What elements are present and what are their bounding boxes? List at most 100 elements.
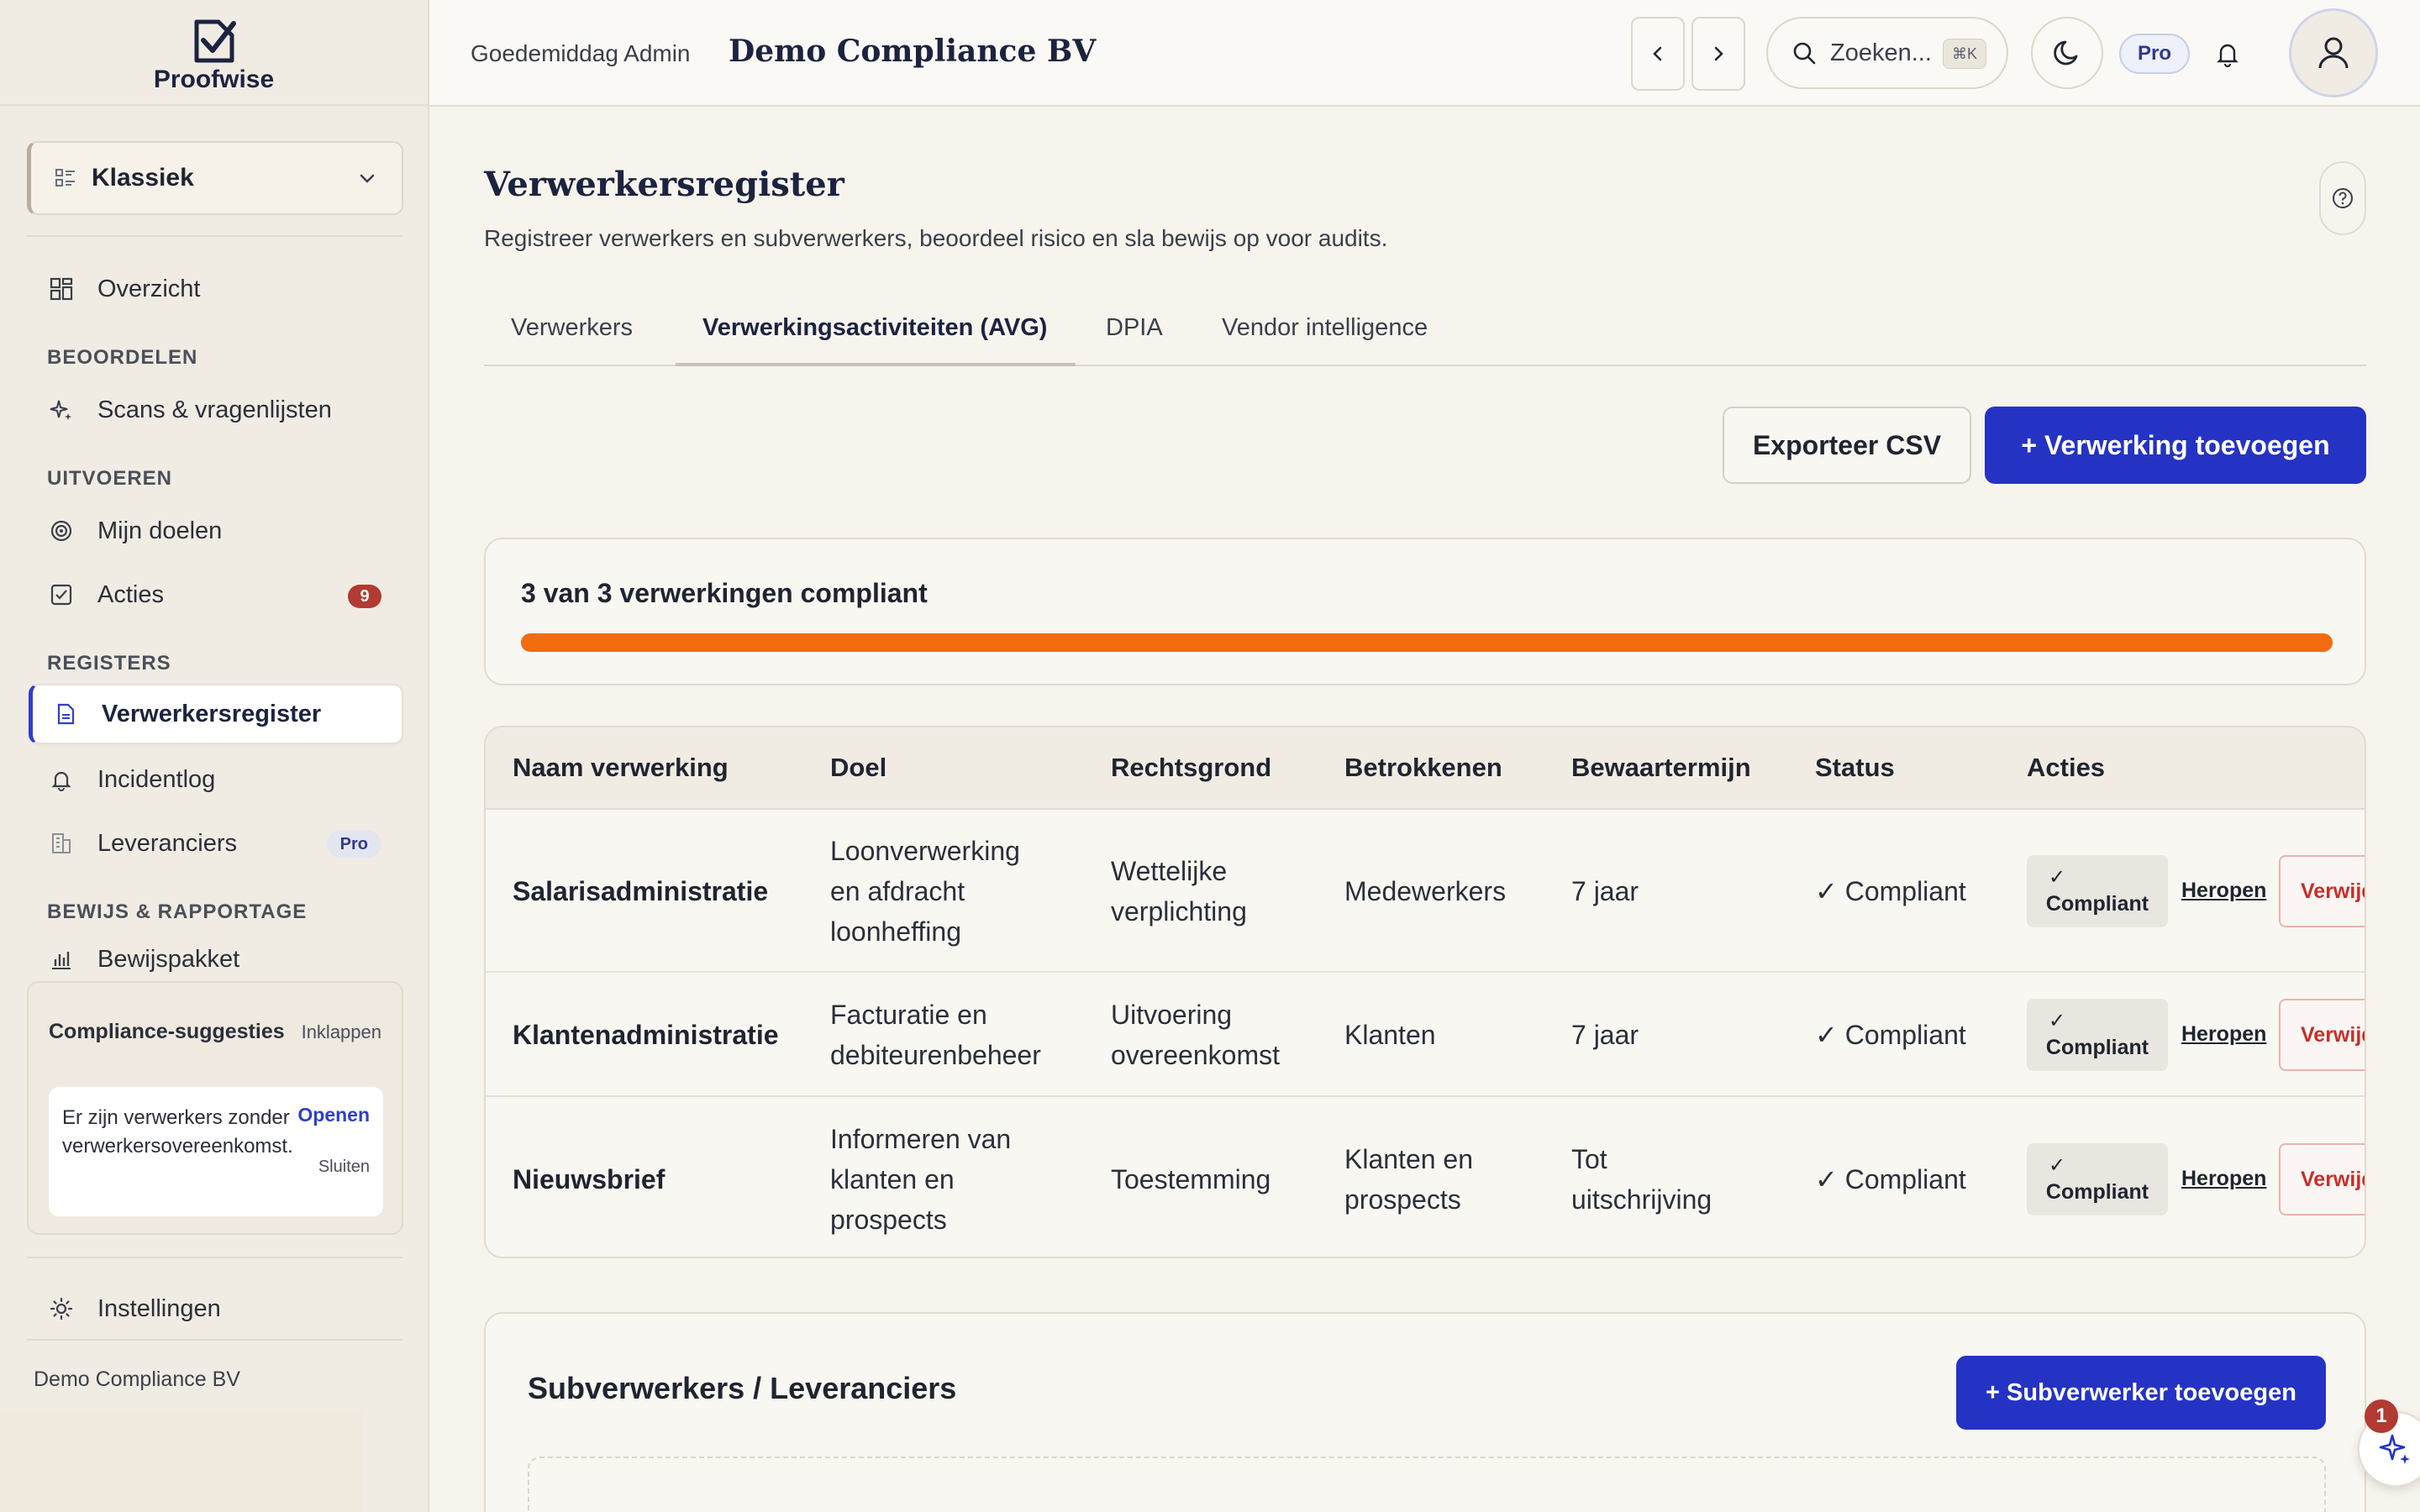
cell-line: prospects bbox=[830, 1205, 947, 1235]
sidebar-item-processors[interactable]: Verwerkersregister bbox=[29, 684, 403, 744]
theme-toggle-button[interactable] bbox=[2031, 17, 2103, 89]
divider bbox=[27, 235, 403, 237]
sidebar: Proofwise Klassiek Overzicht BEOORDELEN … bbox=[0, 0, 429, 1512]
cell-line: Wettelijke bbox=[1111, 856, 1228, 886]
notifications-button[interactable] bbox=[2212, 39, 2243, 69]
sidebar-item-label: Incidentlog bbox=[97, 765, 216, 793]
sidebar-item-label: Acties bbox=[97, 580, 164, 608]
cell-line: verplichting bbox=[1111, 896, 1247, 927]
tab-processors[interactable]: Verwerkers bbox=[511, 314, 633, 342]
cell-purpose: Loonverwerking en afdracht loonheffing bbox=[830, 831, 1020, 952]
cell-line: overeenkomst bbox=[1111, 1040, 1280, 1070]
sidebar-item-evidence[interactable]: Bewijspakket bbox=[29, 934, 403, 984]
bar-chart-icon bbox=[49, 947, 74, 972]
cell-line: loonheffing bbox=[830, 916, 961, 947]
column-header: Bewaartermijn bbox=[1571, 753, 1751, 782]
chevron-right-icon bbox=[1714, 46, 1723, 61]
sidebar-item-label: Mijn doelen bbox=[97, 517, 223, 544]
cell-line: Klanten en bbox=[1344, 1144, 1474, 1174]
sidebar-item-actions[interactable]: Acties 9 bbox=[29, 564, 403, 625]
cell-basis: Uitvoering overeenkomst bbox=[1111, 995, 1280, 1075]
tab-bar: Verwerkers Verwerkingsactiviteiten (AVG)… bbox=[484, 299, 2366, 366]
pro-badge: Pro bbox=[326, 830, 381, 858]
delete-button[interactable]: Verwijderen bbox=[2279, 1143, 2365, 1215]
reopen-link[interactable]: Heropen bbox=[2181, 879, 2266, 903]
column-header: Betrokkenen bbox=[1344, 753, 1502, 782]
section-label-execute: UITVOEREN bbox=[47, 467, 173, 490]
status-badge: ✓ Compliant bbox=[1815, 1020, 1966, 1050]
building-icon bbox=[49, 831, 74, 856]
check-icon: ✓ bbox=[2049, 1154, 2066, 1177]
compliance-suggestions-panel: Compliance-suggesties Inklappen Er zijn … bbox=[27, 981, 403, 1235]
help-button[interactable] bbox=[2319, 161, 2366, 235]
status-badge: ✓ Compliant bbox=[1815, 1164, 1966, 1194]
sidebar-item-incidents[interactable]: Incidentlog bbox=[29, 749, 403, 810]
grid-icon bbox=[49, 276, 74, 302]
tab-processing-activities[interactable]: Verwerkingsactiviteiten (AVG) bbox=[702, 314, 1047, 342]
sidebar-item-scans[interactable]: Scans & vragenlijsten bbox=[29, 380, 403, 440]
delete-button[interactable]: Verwijderen bbox=[2279, 855, 2365, 927]
chip-label: Compliant bbox=[2045, 1180, 2149, 1204]
company-name: Demo Compliance BV bbox=[729, 34, 1097, 69]
cell-basis: Toestemming bbox=[1111, 1159, 1270, 1200]
cell-line: Tot bbox=[1571, 1144, 1607, 1174]
cell-line: Medewerkers bbox=[1344, 876, 1507, 906]
user-avatar[interactable] bbox=[2289, 8, 2378, 97]
cell-subjects: Medewerkers bbox=[1344, 871, 1506, 911]
cell-basis: Wettelijke verplichting bbox=[1111, 851, 1247, 932]
mark-compliant-button[interactable]: ✓ Compliant bbox=[2027, 855, 2168, 927]
mark-compliant-button[interactable]: ✓ Compliant bbox=[2027, 1143, 2168, 1215]
cell-retention: 7 jaar bbox=[1571, 871, 1639, 911]
divider bbox=[27, 1257, 403, 1258]
add-subprocessor-button[interactable]: + Subverwerker toevoegen bbox=[1956, 1356, 2326, 1430]
open-suggestion-button[interactable]: Openen bbox=[297, 1104, 370, 1126]
export-csv-button[interactable]: Exporteer CSV bbox=[1723, 407, 1971, 484]
layout-list-icon bbox=[55, 169, 75, 186]
column-header: Naam verwerking bbox=[513, 753, 729, 782]
brand[interactable]: Proofwise bbox=[0, 0, 428, 106]
table-row: Klantenadministratie Facturatie en debiteu… bbox=[486, 973, 2365, 1097]
help-icon bbox=[2333, 188, 2353, 208]
tab-vendor-intelligence[interactable]: Vendor intelligence bbox=[1222, 314, 1428, 342]
sidebar-item-label: Bewijspakket bbox=[97, 945, 240, 973]
sidebar-item-goals[interactable]: Mijn doelen bbox=[29, 501, 403, 561]
suggestion-text: Er zijn verwerkers zonder verwerkersover… bbox=[62, 1106, 293, 1158]
cell-subjects: Klanten en prospects bbox=[1344, 1139, 1473, 1220]
document-icon bbox=[53, 701, 78, 727]
status-badge: ✓ Compliant bbox=[1815, 876, 1966, 906]
chevron-left-icon bbox=[1653, 46, 1662, 61]
layout-select-value: Klassiek bbox=[92, 164, 194, 192]
collapse-suggestions-button[interactable]: Inklappen bbox=[302, 1021, 381, 1043]
back-button[interactable] bbox=[1631, 17, 1685, 91]
mark-compliant-button[interactable]: ✓ Compliant bbox=[2027, 999, 2168, 1071]
sidebar-item-suppliers[interactable]: Leveranciers Pro bbox=[29, 813, 403, 874]
top-bar: Goedemiddag Admin Demo Compliance BV Zoe… bbox=[429, 0, 2420, 107]
sidebar-item-settings[interactable]: Instellingen bbox=[29, 1278, 403, 1339]
tab-dpia[interactable]: DPIA bbox=[1106, 314, 1163, 342]
processing-activities-table: Naam verwerking Doel Rechtsgrond Betrokk… bbox=[484, 726, 2366, 1258]
cell-name: Nieuwsbrief bbox=[513, 1164, 666, 1194]
sidebar-item-overview[interactable]: Overzicht bbox=[29, 259, 403, 319]
layout-select[interactable]: Klassiek bbox=[27, 141, 403, 215]
sidebar-item-label: Scans & vragenlijsten bbox=[97, 396, 332, 423]
cell-line: Klanten bbox=[1344, 1020, 1436, 1050]
user-icon bbox=[2318, 37, 2349, 69]
cell-line: debiteurenbeheer bbox=[830, 1040, 1041, 1070]
add-processing-button[interactable]: + Verwerking toevoegen bbox=[1985, 407, 2366, 484]
organization-name: Demo Compliance BV bbox=[34, 1368, 240, 1391]
cell-line: 7 jaar bbox=[1571, 876, 1639, 906]
page-title: Verwerkersregister bbox=[484, 165, 844, 204]
sparkle-icon bbox=[49, 397, 74, 423]
delete-button[interactable]: Verwijderen bbox=[2279, 999, 2365, 1071]
reopen-link[interactable]: Heropen bbox=[2181, 1167, 2266, 1191]
close-suggestion-button[interactable]: Sluiten bbox=[318, 1158, 370, 1177]
forward-button[interactable] bbox=[1691, 17, 1745, 91]
sidebar-footer bbox=[0, 1411, 363, 1512]
search-input[interactable]: Zoeken... ⌘K bbox=[1766, 17, 2008, 89]
pro-badge[interactable]: Pro bbox=[2119, 34, 2190, 74]
compliance-progress-card: 3 van 3 verwerkingen compliant bbox=[484, 538, 2366, 685]
checkbox-icon bbox=[49, 582, 74, 607]
check-icon: ✓ bbox=[2049, 1010, 2066, 1032]
section-label-evidence: BEWIJS & RAPPORTAGE bbox=[47, 900, 308, 923]
reopen-link[interactable]: Heropen bbox=[2181, 1022, 2266, 1047]
